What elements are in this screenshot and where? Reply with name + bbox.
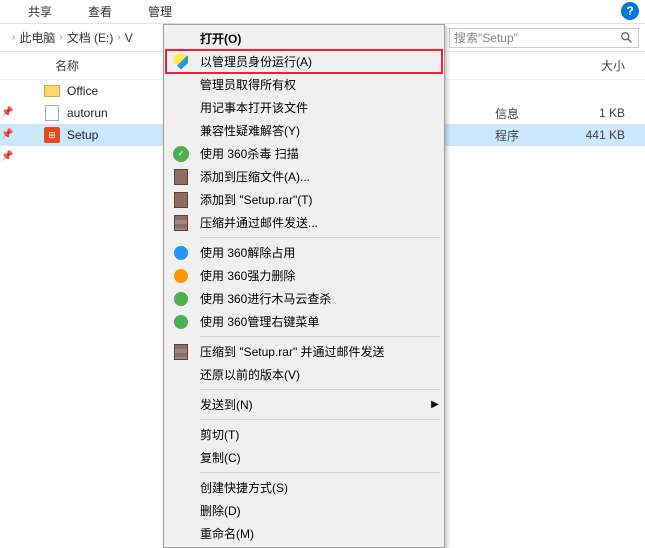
menu-take-ownership[interactable]: 管理员取得所有权 [166, 73, 442, 96]
menu-zip-mail[interactable]: 压缩并通过邮件发送... [166, 211, 442, 234]
menu-label: 压缩并通过邮件发送... [200, 214, 442, 231]
menu-label: 发送到(N) [200, 396, 428, 413]
menu-send-to[interactable]: 发送到(N) ▶ [166, 393, 442, 416]
menu-label: 压缩到 "Setup.rar" 并通过邮件发送 [200, 343, 442, 360]
pin-icon: 📌 [0, 124, 15, 146]
menu-zip-setup-mail[interactable]: 压缩到 "Setup.rar" 并通过邮件发送 [166, 340, 442, 363]
menu-create-shortcut[interactable]: 创建快捷方式(S) [166, 476, 442, 499]
menu-separator [200, 336, 440, 337]
menu-label: 添加到 "Setup.rar"(T) [200, 191, 442, 208]
app-icon: ⊞ [43, 127, 61, 143]
archive-mail-icon [170, 343, 192, 361]
menu-rename[interactable]: 重命名(M) [166, 522, 442, 545]
file-size: 441 KB [565, 128, 645, 142]
menu-run-as-admin[interactable]: 以管理员身份运行(A) [166, 50, 442, 73]
menu-copy[interactable]: 复制(C) [166, 446, 442, 469]
chevron-right-icon: ▶ [428, 399, 442, 410]
menu-label: 使用 360管理右键菜单 [200, 313, 442, 330]
menu-label: 用记事本打开该文件 [200, 99, 442, 116]
pin-icon: 📌 [0, 146, 15, 168]
menu-360-scan[interactable]: ✓ 使用 360杀毒 扫描 [166, 142, 442, 165]
menu-label: 复制(C) [200, 449, 442, 466]
menu-label: 兼容性疑难解答(Y) [200, 122, 442, 139]
menu-label: 重命名(M) [200, 525, 442, 542]
menu-label: 剪切(T) [200, 426, 442, 443]
menu-label: 添加到压缩文件(A)... [200, 168, 442, 185]
menu-separator [200, 237, 440, 238]
delete-icon [170, 267, 192, 285]
column-size[interactable]: 大小 [555, 57, 645, 74]
chevron-right-icon: › [113, 32, 124, 43]
menu-open-notepad[interactable]: 用记事本打开该文件 [166, 96, 442, 119]
menu-add-archive[interactable]: 添加到压缩文件(A)... [166, 165, 442, 188]
menu-360-trojan-scan[interactable]: 使用 360进行木马云查杀 [166, 287, 442, 310]
tab-view[interactable]: 查看 [70, 0, 130, 24]
breadcrumb-folder[interactable]: V [125, 31, 133, 45]
menu-open[interactable]: 打开(O) [166, 27, 442, 50]
context-menu: 打开(O) 以管理员身份运行(A) 管理员取得所有权 用记事本打开该文件 兼容性… [163, 24, 445, 548]
menu-label: 打开(O) [200, 30, 442, 47]
menu-label: 以管理员身份运行(A) [200, 53, 442, 70]
menu-label: 删除(D) [200, 502, 442, 519]
menu-restore-previous[interactable]: 还原以前的版本(V) [166, 363, 442, 386]
menu-add-setup-rar[interactable]: 添加到 "Setup.rar"(T) [166, 188, 442, 211]
search-placeholder: 搜索"Setup" [454, 29, 518, 46]
menu-separator [200, 472, 440, 473]
tab-manage[interactable]: 管理 [130, 0, 190, 24]
help-icon[interactable]: ? [621, 2, 639, 20]
menu-cut[interactable]: 剪切(T) [166, 423, 442, 446]
menu-delete[interactable]: 删除(D) [166, 499, 442, 522]
folder-icon [43, 85, 61, 97]
menu-label: 管理员取得所有权 [200, 76, 442, 93]
unlock-icon [170, 244, 192, 262]
antivirus-icon: ✓ [170, 145, 192, 163]
file-type: 信息 [495, 105, 565, 122]
menu-360-unlock[interactable]: 使用 360解除占用 [166, 241, 442, 264]
tab-share[interactable]: 共享 [10, 0, 70, 24]
file-icon [43, 105, 61, 121]
menu-label: 使用 360强力删除 [200, 267, 442, 284]
search-icon [620, 31, 634, 45]
settings-icon [170, 313, 192, 331]
archive-icon [170, 168, 192, 186]
breadcrumb-docs[interactable]: 文档 (E:) [67, 29, 114, 46]
ribbon-tabs: 共享 查看 管理 ? [0, 0, 645, 24]
chevron-right-icon: › [8, 32, 19, 43]
file-type: 程序 [495, 127, 565, 144]
file-size: 1 KB [565, 106, 645, 120]
menu-separator [200, 419, 440, 420]
menu-separator [200, 389, 440, 390]
breadcrumb-pc[interactable]: 此电脑 [19, 29, 55, 46]
menu-label: 使用 360杀毒 扫描 [200, 145, 442, 162]
archive-mail-icon [170, 214, 192, 232]
pin-icon: 📌 [0, 102, 15, 124]
search-input[interactable]: 搜索"Setup" [449, 28, 639, 48]
chevron-right-icon: › [55, 32, 66, 43]
menu-label: 使用 360进行木马云查杀 [200, 290, 442, 307]
menu-label: 创建快捷方式(S) [200, 479, 442, 496]
menu-label: 使用 360解除占用 [200, 244, 442, 261]
menu-troubleshoot[interactable]: 兼容性疑难解答(Y) [166, 119, 442, 142]
menu-360-force-delete[interactable]: 使用 360强力删除 [166, 264, 442, 287]
shield-icon [170, 53, 192, 71]
scan-icon [170, 290, 192, 308]
menu-360-manage-context[interactable]: 使用 360管理右键菜单 [166, 310, 442, 333]
archive-icon [170, 191, 192, 209]
menu-label: 还原以前的版本(V) [200, 366, 442, 383]
